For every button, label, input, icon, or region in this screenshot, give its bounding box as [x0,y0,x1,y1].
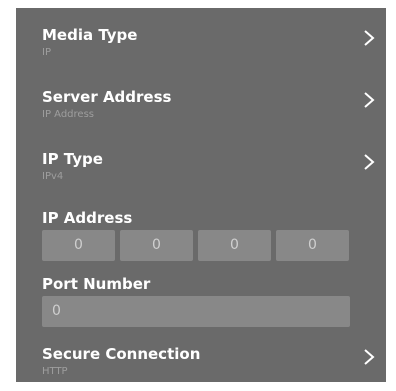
media-type-title: Media Type [42,26,138,44]
port-number-label: Port Number [42,275,151,293]
ip-type-row[interactable]: IP Type IPv4 [42,150,386,196]
secure-connection-value: HTTP [42,366,68,377]
ip-octet-2-field[interactable]: 0 [120,230,193,261]
server-address-value: IP Address [42,109,94,120]
server-address-title: Server Address [42,88,172,106]
media-type-value: IP [42,47,51,58]
media-type-row[interactable]: Media Type IP [42,26,386,72]
chevron-right-icon [362,347,376,367]
ip-octet-4-field[interactable]: 0 [276,230,349,261]
ip-type-title: IP Type [42,150,103,168]
ip-type-value: IPv4 [42,171,64,182]
server-address-row[interactable]: Server Address IP Address [42,88,386,134]
settings-panel: Media Type IP Server Address IP Address … [16,8,386,382]
chevron-right-icon [362,90,376,110]
secure-connection-row[interactable]: Secure Connection HTTP [42,345,386,391]
chevron-right-icon [362,152,376,172]
ip-octet-1-field[interactable]: 0 [42,230,115,261]
port-number-field[interactable]: 0 [42,296,350,327]
ip-octet-3-field[interactable]: 0 [198,230,271,261]
secure-connection-title: Secure Connection [42,345,201,363]
chevron-right-icon [362,28,376,48]
ip-address-label: IP Address [42,209,133,227]
